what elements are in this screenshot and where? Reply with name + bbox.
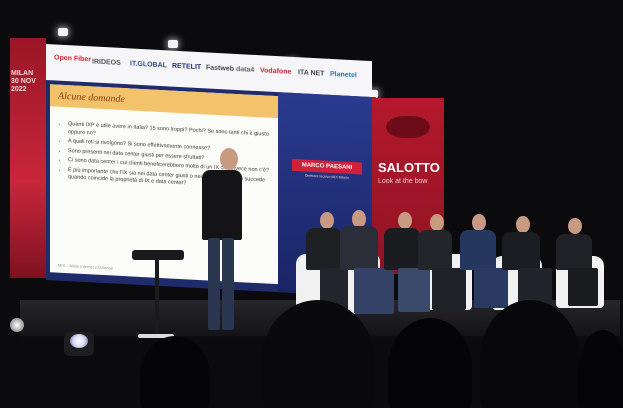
panelist-body	[418, 230, 452, 270]
sponsor-logo: Vodafone	[260, 67, 292, 76]
panelist-head	[320, 212, 334, 229]
sponsor-logo: Fastweb	[206, 64, 235, 73]
audience-head	[480, 300, 580, 408]
panelist-body	[340, 226, 378, 270]
sponsor-logo: Open Fiber	[54, 54, 91, 64]
sponsor-logo: ITA NET	[298, 69, 325, 78]
wall-line-city: MILAN	[11, 70, 34, 77]
salotto-subtitle: Look at the bow	[378, 178, 428, 185]
panelist-legs	[432, 268, 466, 310]
panelist-head	[398, 212, 412, 229]
speaker-jacket	[202, 170, 242, 240]
sponsor-logo: IRIDEOS	[92, 58, 121, 67]
audience-head	[140, 336, 210, 408]
wall-line-year: 2022	[11, 86, 27, 93]
sponsor-logo: data4	[236, 65, 255, 74]
left-wall-text: MILAN 30 NOV 2022	[11, 70, 45, 94]
audience-head	[262, 300, 374, 408]
speaker-head	[220, 148, 238, 170]
panelist-legs	[398, 268, 430, 312]
audience-head	[578, 330, 623, 408]
panelist-legs	[474, 268, 508, 308]
panelist-head	[568, 218, 582, 234]
conference-photo: MILAN 30 NOV 2022 Open Fiber IRIDEOS IT.…	[0, 0, 623, 408]
ceiling-light	[168, 40, 178, 48]
sponsor-logo: IT.GLOBAL	[130, 60, 167, 70]
panelist-head	[516, 216, 530, 233]
speaker-leg	[222, 238, 234, 330]
panelist-body	[556, 234, 592, 270]
speaker-leg	[208, 238, 220, 330]
slide-bullet-list: Quanti IXP è utile avere in Italia? 15 s…	[60, 121, 278, 195]
stool-leg	[155, 260, 159, 336]
speaker-name-tag: MARCO PAESANI	[292, 158, 362, 175]
panelist-body	[460, 230, 496, 270]
panelist-head	[472, 214, 486, 231]
salotto-title: SALOTTO	[378, 160, 440, 175]
panelist-body	[306, 228, 342, 270]
panelist-head	[430, 214, 444, 231]
wall-line-date: 30 NOV	[11, 78, 36, 85]
panelist-body	[384, 228, 420, 270]
eye-logo-icon	[386, 116, 430, 138]
stool-seat	[132, 250, 184, 260]
floor-light	[10, 318, 24, 332]
sponsor-logo: RETELIT	[172, 62, 202, 72]
audience-head	[388, 318, 472, 408]
slide-footer: MIX – Milan Internet eXchange	[58, 262, 113, 271]
sponsor-logo: Planetel	[330, 70, 357, 80]
stage-light-glow	[70, 334, 88, 348]
panelist-legs	[568, 268, 598, 306]
panelist-legs	[354, 268, 394, 314]
ceiling-light	[58, 28, 68, 36]
panelist-body	[502, 232, 540, 270]
